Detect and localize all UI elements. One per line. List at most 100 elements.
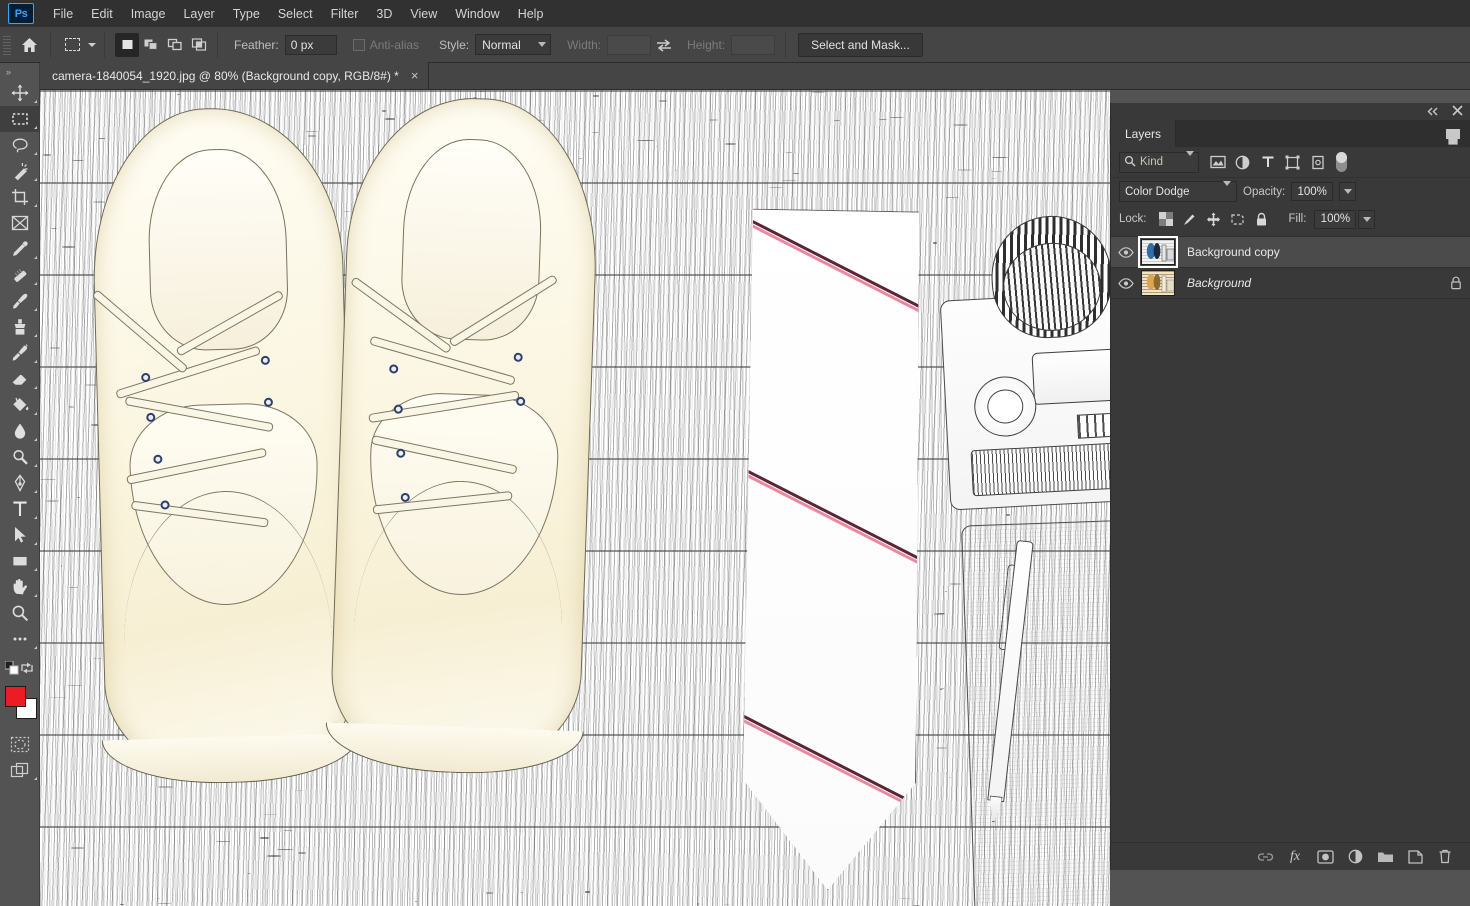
brush-tool[interactable]	[0, 288, 40, 314]
history-brush-tool[interactable]	[0, 340, 40, 366]
close-icon[interactable]: ×	[411, 69, 419, 82]
object-selection-tool[interactable]	[0, 158, 40, 184]
pen-tool[interactable]	[0, 470, 40, 496]
layer-locked-icon	[1450, 276, 1462, 290]
hand-tool[interactable]	[0, 574, 40, 600]
menu-item-layer[interactable]: Layer	[174, 3, 223, 25]
layer-visibility-eye-icon[interactable]	[1115, 278, 1137, 289]
lock-image-pixels-icon[interactable]	[1179, 209, 1201, 229]
width-input[interactable]	[607, 35, 651, 55]
spot-healing-brush-tool[interactable]	[0, 262, 40, 288]
artboard[interactable]	[40, 90, 1110, 906]
new-selection-button[interactable]	[115, 33, 139, 57]
anti-alias-checkbox[interactable]	[353, 39, 365, 51]
menu-item-edit[interactable]: Edit	[82, 3, 122, 25]
panel-menu-icon[interactable]	[1436, 120, 1470, 147]
smart-object-filter-icon[interactable]	[1305, 151, 1330, 173]
menu-item-filter[interactable]: Filter	[322, 3, 368, 25]
shoe-tongue	[146, 147, 290, 352]
screen-mode-icon[interactable]	[0, 757, 40, 783]
collapse-panel-icon[interactable]	[1427, 103, 1440, 121]
adjustment-circle-icon[interactable]	[1342, 845, 1368, 869]
lock-all-icon[interactable]	[1251, 209, 1273, 229]
eyedropper-tool[interactable]	[0, 236, 40, 262]
options-bar-grip[interactable]	[3, 34, 11, 56]
fx-icon[interactable]: fx	[1282, 845, 1308, 869]
trash-icon[interactable]	[1432, 845, 1458, 869]
menu-item-type[interactable]: Type	[224, 3, 269, 25]
menu-item-3d[interactable]: 3D	[367, 3, 401, 25]
collapse-toolbar-icon[interactable]: »	[0, 63, 39, 80]
width-label: Width:	[567, 38, 601, 52]
swap-colors-icon[interactable]	[20, 661, 34, 680]
feather-input[interactable]: 0 px	[285, 35, 337, 55]
opacity-stepper[interactable]	[1339, 182, 1356, 201]
clone-stamp-tool[interactable]	[0, 314, 40, 340]
close-panel-icon[interactable]	[1452, 103, 1463, 121]
gradient-tool[interactable]	[0, 392, 40, 418]
layer-visibility-eye-icon[interactable]	[1115, 247, 1137, 258]
lasso-tool[interactable]	[0, 132, 40, 158]
filter-kind-select[interactable]: Kind	[1119, 152, 1199, 173]
frame-tool[interactable]	[0, 210, 40, 236]
layer-thumbnail[interactable]	[1141, 239, 1175, 265]
layer-list[interactable]: Background copyBackground	[1111, 236, 1470, 842]
dodge-tool[interactable]	[0, 444, 40, 470]
folder-icon[interactable]	[1372, 845, 1398, 869]
fill-input[interactable]: 100%	[1314, 210, 1356, 229]
new-layer-icon[interactable]	[1402, 845, 1428, 869]
tab-layers[interactable]: Layers	[1111, 120, 1176, 147]
rectangle-tool[interactable]	[0, 548, 40, 574]
type-tool[interactable]	[0, 496, 40, 522]
layer-row[interactable]: Background	[1111, 268, 1470, 299]
menu-item-help[interactable]: Help	[509, 3, 553, 25]
blend-mode-select[interactable]: Color Dodge	[1119, 181, 1237, 202]
opacity-input[interactable]: 100%	[1291, 182, 1333, 201]
shape-layer-filter-icon[interactable]	[1280, 151, 1305, 173]
select-and-mask-button[interactable]: Select and Mask...	[798, 33, 923, 57]
tool-more-indicator	[34, 100, 37, 103]
menu-item-window[interactable]: Window	[446, 3, 508, 25]
intersect-with-selection-button[interactable]	[187, 33, 211, 57]
blur-tool[interactable]	[0, 418, 40, 444]
style-select[interactable]: Normal	[475, 34, 551, 55]
quick-mask-icon[interactable]	[0, 731, 40, 757]
lock-label: Lock:	[1119, 213, 1147, 225]
swap-width-height-icon[interactable]	[651, 38, 677, 52]
lock-transparent-pixels-icon[interactable]	[1155, 209, 1177, 229]
pixel-layer-filter-icon[interactable]	[1205, 151, 1230, 173]
move-tool[interactable]	[0, 80, 40, 106]
path-selection-tool[interactable]	[0, 522, 40, 548]
fill-stepper[interactable]	[1358, 210, 1375, 229]
adjustment-layer-filter-icon[interactable]	[1230, 151, 1255, 173]
add-to-selection-button[interactable]	[139, 33, 163, 57]
lock-position-icon[interactable]	[1203, 209, 1225, 229]
camera-artwork	[940, 290, 1110, 511]
photoshop-logo[interactable]: Ps	[8, 3, 34, 24]
document-tab[interactable]: camera-1840054_1920.jpg @ 80% (Backgroun…	[40, 62, 429, 89]
filter-toggle-icon[interactable]	[1336, 152, 1347, 172]
edit-toolbar[interactable]	[0, 626, 40, 652]
blend-mode-value: Color Dodge	[1125, 186, 1190, 198]
foreground-color-swatch[interactable]	[5, 686, 26, 707]
height-input[interactable]	[731, 35, 775, 55]
rectangular-marquee-tool[interactable]	[0, 106, 40, 132]
subtract-from-selection-button[interactable]	[163, 33, 187, 57]
default-colors-icon[interactable]	[5, 661, 19, 680]
eraser-tool[interactable]	[0, 366, 40, 392]
link-icon[interactable]	[1252, 845, 1278, 869]
layer-row[interactable]: Background copy	[1111, 237, 1470, 268]
zoom-tool[interactable]	[0, 600, 40, 626]
anti-alias-option[interactable]: Anti-alias	[353, 38, 419, 52]
layer-thumbnail[interactable]	[1141, 270, 1175, 296]
lock-artboard-nesting-icon[interactable]	[1227, 209, 1249, 229]
menu-item-file[interactable]: File	[44, 3, 82, 25]
menu-item-select[interactable]: Select	[269, 3, 322, 25]
type-layer-filter-icon[interactable]	[1255, 151, 1280, 173]
menu-item-view[interactable]: View	[401, 3, 446, 25]
layer-mask-icon[interactable]	[1312, 845, 1338, 869]
home-icon[interactable]	[14, 31, 44, 59]
crop-tool[interactable]	[0, 184, 40, 210]
menu-item-image[interactable]: Image	[122, 3, 175, 25]
tool-preset-picker[interactable]	[57, 32, 98, 58]
